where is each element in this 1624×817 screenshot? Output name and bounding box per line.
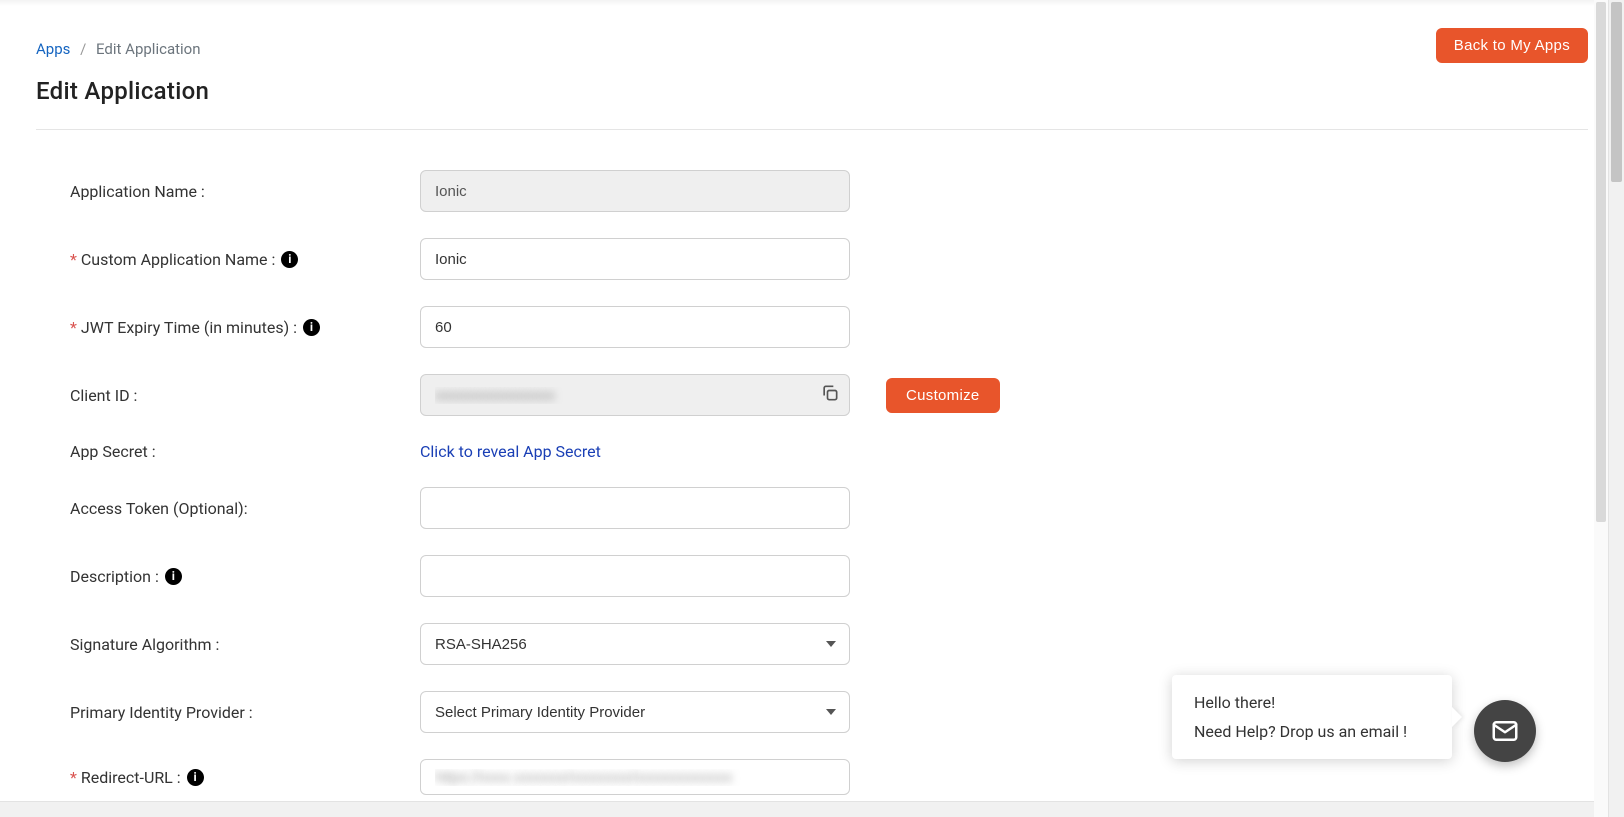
client-id-label: Client ID : bbox=[70, 386, 420, 405]
inner-vertical-scrollbar[interactable] bbox=[1594, 0, 1608, 817]
chat-popup-arrow bbox=[1452, 707, 1462, 727]
primary-idp-select[interactable]: Select Primary Identity Provider bbox=[420, 691, 850, 733]
signature-algo-label: Signature Algorithm : bbox=[70, 635, 420, 654]
client-id-input bbox=[420, 374, 850, 416]
customize-button[interactable]: Customize bbox=[886, 378, 1000, 413]
access-token-input[interactable] bbox=[420, 487, 850, 529]
chat-help-text: Need Help? Drop us an email ! bbox=[1194, 722, 1430, 741]
breadcrumb-apps-link[interactable]: Apps bbox=[36, 40, 70, 58]
primary-idp-label: Primary Identity Provider : bbox=[70, 703, 420, 722]
custom-app-name-input[interactable] bbox=[420, 238, 850, 280]
redirect-url-input[interactable] bbox=[420, 759, 850, 795]
custom-app-name-label: *Custom Application Name : i bbox=[70, 250, 420, 269]
signature-algo-select[interactable]: RSA-SHA256 bbox=[420, 623, 850, 665]
page-title: Edit Application bbox=[36, 77, 1588, 105]
copy-icon[interactable] bbox=[820, 383, 840, 407]
scrollbar-thumb[interactable] bbox=[1596, 2, 1606, 522]
redirect-url-label: *Redirect-URL : i bbox=[70, 768, 420, 787]
info-icon[interactable]: i bbox=[187, 769, 204, 786]
mail-icon bbox=[1490, 716, 1520, 746]
horizontal-scrollbar[interactable] bbox=[0, 801, 1594, 817]
info-icon[interactable]: i bbox=[165, 568, 182, 585]
info-icon[interactable]: i bbox=[281, 251, 298, 268]
info-icon[interactable]: i bbox=[303, 319, 320, 336]
scrollbar-thumb[interactable] bbox=[1611, 2, 1622, 182]
app-name-input bbox=[420, 170, 850, 212]
app-secret-label: App Secret : bbox=[70, 442, 420, 461]
jwt-expiry-input[interactable] bbox=[420, 306, 850, 348]
access-token-label: Access Token (Optional): bbox=[70, 499, 420, 518]
breadcrumb: Apps / Edit Application bbox=[36, 28, 201, 58]
chat-greeting: Hello there! bbox=[1194, 693, 1430, 712]
divider bbox=[36, 129, 1588, 130]
breadcrumb-current: Edit Application bbox=[96, 40, 200, 58]
reveal-app-secret-link[interactable]: Click to reveal App Secret bbox=[420, 442, 601, 461]
back-to-apps-button[interactable]: Back to My Apps bbox=[1436, 28, 1588, 63]
description-input[interactable] bbox=[420, 555, 850, 597]
chat-fab-button[interactable] bbox=[1474, 700, 1536, 762]
outer-vertical-scrollbar[interactable] bbox=[1608, 0, 1624, 817]
app-name-label: Application Name : bbox=[70, 182, 420, 201]
description-label: Description : i bbox=[70, 567, 420, 586]
chat-popup: Hello there! Need Help? Drop us an email… bbox=[1172, 675, 1452, 759]
breadcrumb-separator: / bbox=[80, 40, 86, 58]
jwt-expiry-label: *JWT Expiry Time (in minutes) : i bbox=[70, 318, 420, 337]
